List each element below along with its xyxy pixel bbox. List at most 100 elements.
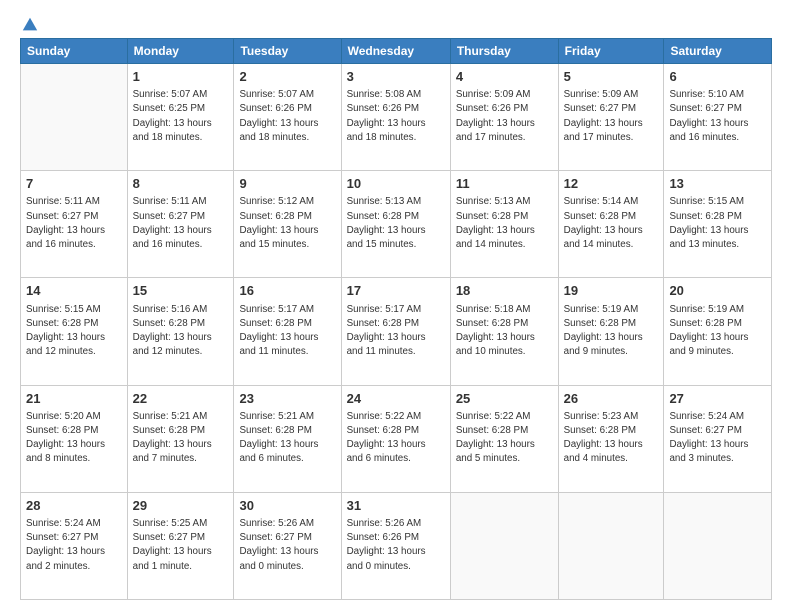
weekday-header-thursday: Thursday [450,39,558,64]
weekday-header-monday: Monday [127,39,234,64]
day-info: Sunrise: 5:24 AM Sunset: 6:27 PM Dayligh… [669,410,766,467]
day-cell [558,492,664,599]
day-cell: 12 Sunrise: 5:14 AM Sunset: 6:28 PM Dayli… [558,171,664,278]
day-number: 14 [26,282,122,300]
header [20,16,772,28]
day-number: 22 [133,390,229,408]
day-cell: 13 Sunrise: 5:15 AM Sunset: 6:28 PM Dayli… [664,171,772,278]
calendar-table: SundayMondayTuesdayWednesdayThursdayFrid… [20,38,772,600]
weekday-header-friday: Friday [558,39,664,64]
day-info: Sunrise: 5:15 AM Sunset: 6:28 PM Dayligh… [669,195,766,252]
day-number: 3 [347,68,445,86]
day-info: Sunrise: 5:15 AM Sunset: 6:28 PM Dayligh… [26,303,122,360]
day-cell: 28 Sunrise: 5:24 AM Sunset: 6:27 PM Dayli… [21,492,128,599]
day-cell [21,64,128,171]
day-info: Sunrise: 5:11 AM Sunset: 6:27 PM Dayligh… [26,195,122,252]
day-number: 8 [133,175,229,193]
day-info: Sunrise: 5:26 AM Sunset: 6:26 PM Dayligh… [347,517,445,574]
logo [20,16,39,28]
day-info: Sunrise: 5:19 AM Sunset: 6:28 PM Dayligh… [669,303,766,360]
day-cell: 27 Sunrise: 5:24 AM Sunset: 6:27 PM Dayli… [664,385,772,492]
day-cell: 11 Sunrise: 5:13 AM Sunset: 6:28 PM Dayli… [450,171,558,278]
day-number: 7 [26,175,122,193]
day-cell: 24 Sunrise: 5:22 AM Sunset: 6:28 PM Dayli… [341,385,450,492]
day-info: Sunrise: 5:24 AM Sunset: 6:27 PM Dayligh… [26,517,122,574]
day-info: Sunrise: 5:13 AM Sunset: 6:28 PM Dayligh… [456,195,553,252]
day-number: 18 [456,282,553,300]
day-cell: 19 Sunrise: 5:19 AM Sunset: 6:28 PM Dayli… [558,278,664,385]
day-cell: 10 Sunrise: 5:13 AM Sunset: 6:28 PM Dayli… [341,171,450,278]
day-cell: 5 Sunrise: 5:09 AM Sunset: 6:27 PM Daylig… [558,64,664,171]
day-info: Sunrise: 5:19 AM Sunset: 6:28 PM Dayligh… [564,303,659,360]
day-info: Sunrise: 5:12 AM Sunset: 6:28 PM Dayligh… [239,195,335,252]
day-number: 9 [239,175,335,193]
day-cell: 15 Sunrise: 5:16 AM Sunset: 6:28 PM Dayli… [127,278,234,385]
day-cell: 20 Sunrise: 5:19 AM Sunset: 6:28 PM Dayli… [664,278,772,385]
day-number: 4 [456,68,553,86]
day-info: Sunrise: 5:23 AM Sunset: 6:28 PM Dayligh… [564,410,659,467]
day-number: 28 [26,497,122,515]
day-cell: 14 Sunrise: 5:15 AM Sunset: 6:28 PM Dayli… [21,278,128,385]
day-number: 1 [133,68,229,86]
day-info: Sunrise: 5:10 AM Sunset: 6:27 PM Dayligh… [669,88,766,145]
day-number: 20 [669,282,766,300]
day-cell: 26 Sunrise: 5:23 AM Sunset: 6:28 PM Dayli… [558,385,664,492]
logo-icon [21,16,39,34]
day-info: Sunrise: 5:09 AM Sunset: 6:27 PM Dayligh… [564,88,659,145]
day-info: Sunrise: 5:16 AM Sunset: 6:28 PM Dayligh… [133,303,229,360]
day-info: Sunrise: 5:07 AM Sunset: 6:26 PM Dayligh… [239,88,335,145]
day-cell: 6 Sunrise: 5:10 AM Sunset: 6:27 PM Daylig… [664,64,772,171]
day-number: 23 [239,390,335,408]
day-info: Sunrise: 5:07 AM Sunset: 6:25 PM Dayligh… [133,88,229,145]
day-cell: 25Sunrise: 5:22 AM Sunset: 6:28 PM Dayli… [450,385,558,492]
day-number: 19 [564,282,659,300]
day-info: Sunrise: 5:14 AM Sunset: 6:28 PM Dayligh… [564,195,659,252]
day-number: 15 [133,282,229,300]
page: SundayMondayTuesdayWednesdayThursdayFrid… [0,0,792,612]
week-row-1: 1 Sunrise: 5:07 AM Sunset: 6:25 PM Daylig… [21,64,772,171]
day-info: Sunrise: 5:21 AM Sunset: 6:28 PM Dayligh… [239,410,335,467]
day-number: 12 [564,175,659,193]
day-number: 21 [26,390,122,408]
week-row-2: 7 Sunrise: 5:11 AM Sunset: 6:27 PM Daylig… [21,171,772,278]
weekday-header-sunday: Sunday [21,39,128,64]
week-row-5: 28 Sunrise: 5:24 AM Sunset: 6:27 PM Dayli… [21,492,772,599]
day-info: Sunrise: 5:21 AM Sunset: 6:28 PM Dayligh… [133,410,229,467]
day-number: 31 [347,497,445,515]
day-info: Sunrise: 5:22 AM Sunset: 6:28 PM Dayligh… [347,410,445,467]
day-info: Sunrise: 5:25 AM Sunset: 6:27 PM Dayligh… [133,517,229,574]
day-number: 11 [456,175,553,193]
day-cell: 17 Sunrise: 5:17 AM Sunset: 6:28 PM Dayli… [341,278,450,385]
day-info: Sunrise: 5:18 AM Sunset: 6:28 PM Dayligh… [456,303,553,360]
day-number: 24 [347,390,445,408]
day-cell: 4 Sunrise: 5:09 AM Sunset: 6:26 PM Daylig… [450,64,558,171]
day-number: 26 [564,390,659,408]
day-cell: 2 Sunrise: 5:07 AM Sunset: 6:26 PM Daylig… [234,64,341,171]
week-row-3: 14 Sunrise: 5:15 AM Sunset: 6:28 PM Dayli… [21,278,772,385]
day-cell [664,492,772,599]
day-cell: 1 Sunrise: 5:07 AM Sunset: 6:25 PM Daylig… [127,64,234,171]
day-number: 13 [669,175,766,193]
day-cell: 21 Sunrise: 5:20 AM Sunset: 6:28 PM Dayli… [21,385,128,492]
day-cell: 16Sunrise: 5:17 AM Sunset: 6:28 PM Dayli… [234,278,341,385]
day-number: 27 [669,390,766,408]
day-number: 30 [239,497,335,515]
day-info: Sunrise: 5:22 AM Sunset: 6:28 PM Dayligh… [456,410,553,467]
day-cell: 23 Sunrise: 5:21 AM Sunset: 6:28 PM Dayli… [234,385,341,492]
day-info: Sunrise: 5:17 AM Sunset: 6:28 PM Dayligh… [347,303,445,360]
day-number: 5 [564,68,659,86]
day-info: Sunrise: 5:13 AM Sunset: 6:28 PM Dayligh… [347,195,445,252]
day-info: Sunrise: 5:20 AM Sunset: 6:28 PM Dayligh… [26,410,122,467]
day-info: Sunrise: 5:17 AM Sunset: 6:28 PM Dayligh… [239,303,335,360]
day-cell: 9 Sunrise: 5:12 AM Sunset: 6:28 PM Daylig… [234,171,341,278]
day-number: 10 [347,175,445,193]
day-info: Sunrise: 5:09 AM Sunset: 6:26 PM Dayligh… [456,88,553,145]
day-number: 6 [669,68,766,86]
day-number: 17 [347,282,445,300]
day-cell: 18 Sunrise: 5:18 AM Sunset: 6:28 PM Dayli… [450,278,558,385]
day-cell: 31 Sunrise: 5:26 AM Sunset: 6:26 PM Dayli… [341,492,450,599]
day-cell: 30Sunrise: 5:26 AM Sunset: 6:27 PM Dayli… [234,492,341,599]
weekday-header-saturday: Saturday [664,39,772,64]
weekday-header-tuesday: Tuesday [234,39,341,64]
day-number: 2 [239,68,335,86]
